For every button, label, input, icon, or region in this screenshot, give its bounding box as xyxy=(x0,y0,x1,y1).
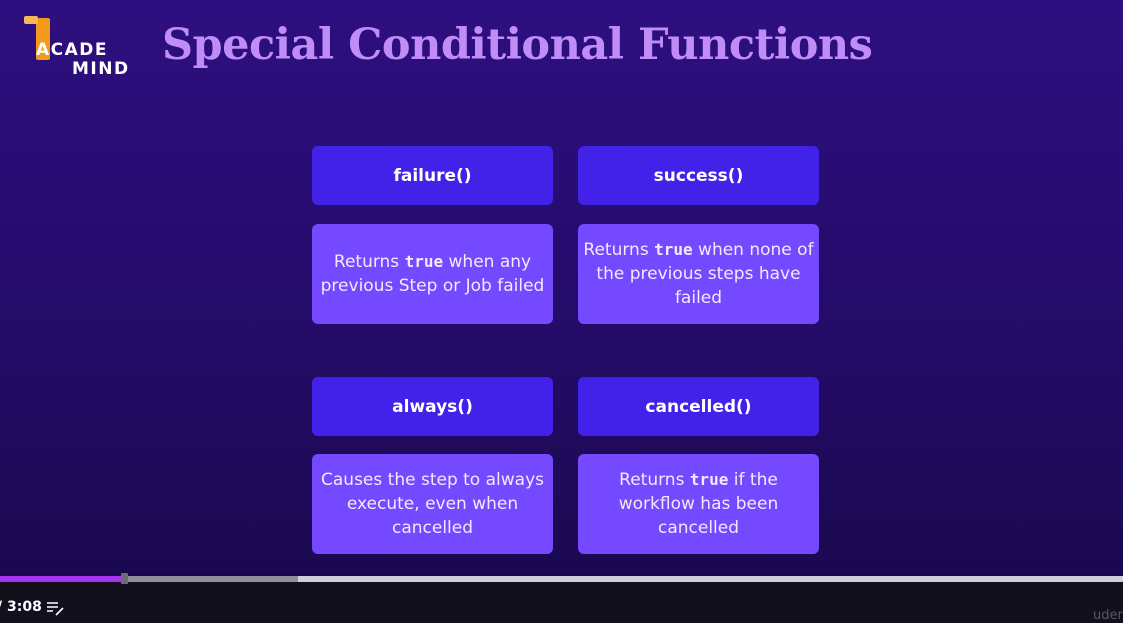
function-description-failure: Returns true when any previous Step or J… xyxy=(312,224,553,324)
function-heading-cancelled: cancelled() xyxy=(578,377,819,436)
description-text: Causes the step to always execute, even … xyxy=(321,470,544,538)
description-text: Returns true if the workflow has been ca… xyxy=(618,470,779,538)
description-text: Returns true when any previous Step or J… xyxy=(320,252,545,296)
code-true: true xyxy=(404,252,444,271)
slide: ACADE MIND Special Conditional Functions… xyxy=(0,0,1123,575)
function-description-success: Returns true when none of the previous s… xyxy=(578,224,819,324)
logo-line-1: ACADE xyxy=(36,40,109,60)
slide-title: Special Conditional Functions xyxy=(162,20,873,70)
player-controls: / 3:08 udemy xyxy=(0,584,1123,623)
code-true: true xyxy=(689,470,729,489)
function-description-always: Causes the step to always execute, even … xyxy=(312,454,553,554)
function-heading-always: always() xyxy=(312,377,553,436)
code-true: true xyxy=(654,240,693,259)
function-description-cancelled: Returns true if the workflow has been ca… xyxy=(578,454,819,554)
udemy-brand-text: udemy xyxy=(1093,608,1123,623)
logo-fold-icon xyxy=(24,16,38,24)
notes-edit-icon[interactable] xyxy=(46,600,64,616)
time-display: / 3:08 xyxy=(0,599,42,615)
video-played-bar xyxy=(0,576,124,582)
description-text: Returns true when none of the previous s… xyxy=(583,240,814,308)
function-heading-failure: failure() xyxy=(312,146,553,205)
academind-logo: ACADE MIND xyxy=(24,16,134,80)
function-heading-success: success() xyxy=(578,146,819,205)
logo-line-2: MIND xyxy=(72,59,130,79)
